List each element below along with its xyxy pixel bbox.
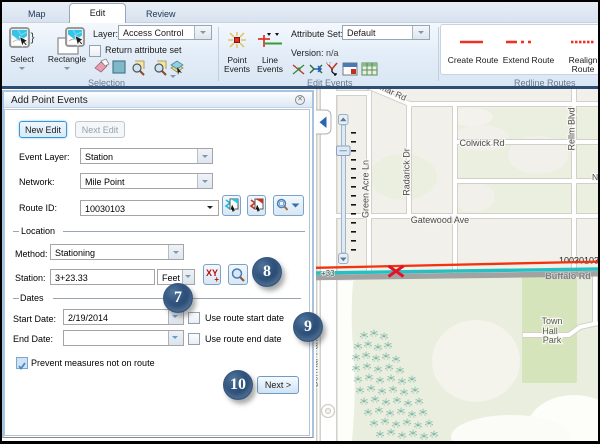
- svg-text:Gatewood Ave: Gatewood Ave: [411, 215, 469, 225]
- svg-text:Colwick Rd: Colwick Rd: [459, 138, 504, 148]
- svg-text:+33: +33: [321, 269, 335, 278]
- svg-text:Radarick Dr: Radarick Dr: [402, 148, 412, 196]
- svg-text:Town: Town: [541, 316, 562, 326]
- svg-text:10030103: 10030103: [559, 256, 598, 266]
- svg-text:Rellm Blvd: Rellm Blvd: [567, 107, 577, 150]
- svg-text:Park: Park: [543, 335, 562, 345]
- svg-text:}: }: [31, 30, 35, 44]
- svg-text:Green Acre Ln: Green Acre Ln: [361, 160, 371, 218]
- svg-text:Bermar Park: Bermar Park: [316, 336, 320, 387]
- svg-text:Buffalo Rd: Buffalo Rd: [545, 271, 591, 281]
